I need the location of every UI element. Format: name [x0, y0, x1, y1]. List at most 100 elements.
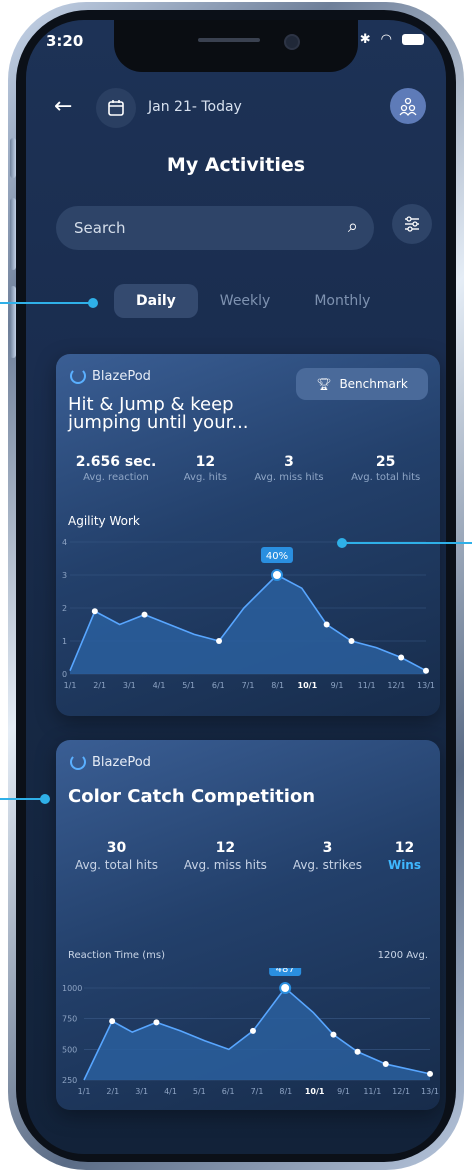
callout-line — [0, 302, 92, 304]
agility-chart: 0 1 2 3 4 40% 1/1 2/1 3/1 4/1 5/1 6/1 7/1 8/1 10/1 9/1 1… — [62, 538, 435, 690]
y-tick-label: 3 — [62, 571, 67, 580]
x-tick-label: 3/1 — [123, 681, 136, 690]
data-point — [423, 667, 429, 674]
search-bar[interactable]: Search ⌕ — [56, 206, 374, 250]
stat-value: 12 — [195, 454, 216, 470]
stat-value: 12 — [394, 840, 415, 856]
data-point — [249, 1027, 256, 1034]
y-tick-label: 750 — [62, 1015, 77, 1024]
data-point — [153, 1019, 160, 1026]
data-point — [91, 608, 98, 615]
avg-label: 1200 Avg. — [377, 950, 428, 961]
brand: BlazePod — [70, 368, 151, 384]
status-time: 3:20 — [46, 32, 84, 50]
stat-label: Avg. reaction — [83, 472, 149, 483]
x-tick-label: 13/1 — [421, 1087, 439, 1096]
stat-value: 25 — [375, 454, 396, 470]
data-point — [323, 621, 330, 628]
data-point — [398, 654, 405, 661]
area-fill — [84, 988, 430, 1080]
x-tick-label: 7/1 — [251, 1087, 264, 1096]
stat-item: 25 Avg. total hits — [351, 454, 420, 483]
activity-card[interactable]: BlazePod Color Catch Competition 30 Avg.… — [56, 740, 440, 1110]
search-icon[interactable]: ⌕ — [348, 216, 358, 237]
stat-value: 30 — [106, 840, 127, 856]
x-tick-label: 8/1 — [271, 681, 284, 690]
battery-icon — [402, 34, 424, 45]
stat-label: Avg. miss hits — [254, 472, 324, 483]
activity-title: Hit & Jump & keep jumping until your... — [68, 394, 249, 433]
y-tick-label: 1 — [62, 637, 67, 646]
search-input[interactable]: Search — [74, 219, 126, 237]
wins-label: Wins — [387, 858, 421, 872]
stat-label: Avg. strikes — [292, 858, 363, 872]
sliders-icon — [405, 216, 419, 232]
app-screen: 3:20 ✱ ◠ ← Jan 21- Today My Activities S… — [26, 20, 446, 1154]
stat-item: 3 Avg. miss hits — [254, 454, 323, 483]
y-tick-label: 0 — [62, 670, 67, 679]
date-range[interactable]: Jan 21- Today — [148, 99, 242, 115]
x-tick-label: 10/1 — [305, 1087, 325, 1096]
users-icon[interactable] — [390, 88, 426, 124]
x-tick-label: 6/1 — [222, 1087, 235, 1096]
stat-label: Avg. total hits — [74, 858, 158, 872]
stat-value: 3 — [284, 454, 294, 470]
stat-value: 12 — [215, 840, 236, 856]
y-tick-label: 500 — [62, 1045, 77, 1054]
activity-card[interactable]: BlazePod 🏆︎ Benchmark Hit & Jump & keep … — [56, 354, 440, 716]
tab-weekly[interactable]: Weekly — [198, 284, 293, 318]
page-title: My Activities — [166, 154, 306, 176]
calendar-button[interactable] — [96, 88, 136, 128]
data-point — [382, 1061, 389, 1068]
stat-value: 3 — [322, 840, 333, 856]
x-tick-label: 4/1 — [164, 1087, 177, 1096]
x-tick-label: 13/1 — [417, 681, 435, 690]
data-point — [141, 611, 148, 618]
x-tick-label: 2/1 — [106, 1087, 119, 1096]
trophy-icon: 🏆︎ — [316, 377, 332, 391]
tab-daily[interactable]: Daily — [114, 284, 198, 318]
tab-monthly[interactable]: Monthly — [292, 284, 392, 318]
back-arrow-icon[interactable]: ← — [54, 96, 72, 118]
benchmark-button[interactable]: 🏆︎ Benchmark — [296, 368, 428, 400]
y-tick-label: 1000 — [62, 984, 82, 993]
x-tick-label: 4/1 — [153, 681, 166, 690]
blazepod-logo-icon — [70, 754, 86, 770]
area-fill — [70, 575, 426, 674]
x-tick-label: 7/1 — [242, 681, 255, 690]
notch — [114, 20, 358, 72]
data-point — [348, 638, 355, 644]
period-tabs: Daily Weekly Monthly — [114, 284, 392, 318]
stat-item: 12 Wins — [388, 840, 421, 872]
x-tick-label: 11/1 — [363, 1087, 381, 1096]
blazepod-logo-icon — [70, 368, 86, 384]
status-icons: ✱ ◠ — [360, 32, 424, 47]
benchmark-label: Benchmark — [339, 377, 408, 391]
data-point — [330, 1031, 337, 1038]
callout-dot — [40, 794, 50, 804]
highlight-label: 40% — [266, 551, 288, 562]
y-tick-label: 250 — [62, 1076, 77, 1085]
x-tick-label: 6/1 — [212, 681, 225, 690]
reaction-chart: 250 500 750 1000 487 1/1 2/1 3/1 4/1 5/1 6/1 7/1 8/1… — [62, 968, 439, 1096]
brand-name: BlazePod — [92, 368, 151, 384]
section-label: Reaction Time (ms) — [68, 950, 166, 961]
stat-item: 2.656 sec. Avg. reaction — [76, 454, 157, 483]
y-tick-label: 2 — [62, 604, 67, 613]
calendar-icon — [108, 100, 124, 116]
x-tick-label: 10/1 — [298, 681, 318, 690]
stat-item: 30 Avg. total hits — [75, 840, 158, 872]
filter-button[interactable] — [392, 204, 432, 244]
data-point — [216, 638, 223, 644]
highlight-point — [270, 569, 283, 581]
callout-line — [0, 798, 44, 800]
group-icon — [399, 97, 417, 116]
stats-row: 2.656 sec. Avg. reaction 12 Avg. hits 3 … — [56, 454, 440, 483]
section-label: Agility Work — [68, 514, 140, 528]
header-row: ← Jan 21- Today — [26, 88, 446, 128]
brand: BlazePod — [70, 754, 151, 770]
x-tick-label: 12/1 — [387, 681, 405, 690]
x-tick-label: 9/1 — [331, 681, 344, 690]
x-tick-label: 9/1 — [337, 1087, 350, 1096]
x-tick-label: 5/1 — [182, 681, 195, 690]
